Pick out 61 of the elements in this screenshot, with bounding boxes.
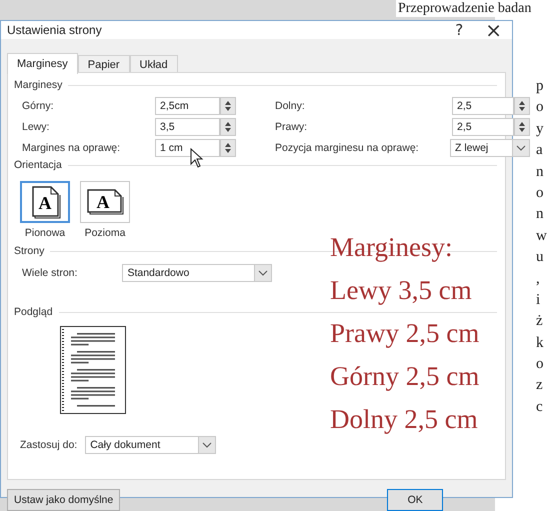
document-text: ż <box>536 312 544 332</box>
input-field[interactable]: 2,5 <box>452 118 514 136</box>
field-label: Lewy: <box>22 121 50 133</box>
orientation-option[interactable]: A <box>80 181 130 223</box>
tab[interactable]: Marginesy <box>7 53 78 74</box>
document-text: w <box>536 226 547 246</box>
tab[interactable]: Układ <box>130 55 178 73</box>
input-field[interactable]: 2,5cm <box>155 97 220 115</box>
input-field[interactable]: 3,5 <box>155 118 220 136</box>
document-text: n <box>536 162 544 182</box>
option-label: Pionowa <box>24 227 66 239</box>
document-text: o <box>536 184 544 203</box>
document-text: c <box>536 398 544 417</box>
field-label: Zastosuj do: <box>20 439 78 451</box>
spin-buttons[interactable] <box>514 118 530 136</box>
document-text: o <box>536 355 544 374</box>
section-heading: Marginesy <box>14 79 62 91</box>
ok-button[interactable]: OK <box>387 489 444 511</box>
caption-text: Dolny 2,5 cm <box>330 403 479 436</box>
caption-text: Prawy 2,5 cm <box>330 317 480 350</box>
help-button[interactable]: ? <box>451 21 468 39</box>
field-label: Pozycja marginesu na oprawę: <box>275 142 420 154</box>
window-title: Ustawienia strony <box>7 23 102 37</box>
spin-buttons[interactable] <box>220 118 236 136</box>
field-label: Dolny: <box>275 100 306 112</box>
field-label: Margines na oprawę: <box>22 142 122 154</box>
close-button[interactable]: × <box>481 21 506 39</box>
tab[interactable]: Papier <box>78 55 130 73</box>
document-text: z <box>536 376 544 396</box>
input-field[interactable]: 1 cm <box>155 139 220 157</box>
dropdown[interactable]: Cały dokument <box>85 436 216 454</box>
spin-buttons[interactable] <box>220 97 236 115</box>
mouse-pointer-icon <box>190 148 204 168</box>
input-field[interactable]: 2,5 <box>452 97 514 115</box>
document-text: n <box>536 205 544 224</box>
spin-buttons[interactable] <box>514 97 530 115</box>
document-text: y <box>536 120 544 139</box>
document-text: o <box>536 98 544 118</box>
dropdown[interactable]: Standardowo <box>122 264 272 282</box>
field-label: Górny: <box>22 100 55 112</box>
orientation-option[interactable]: A <box>20 181 70 223</box>
landscape-page-icon: A <box>86 188 124 216</box>
field-label: Wiele stron: <box>22 267 78 279</box>
document-text: , <box>536 270 541 289</box>
section-heading: Podgląd <box>14 306 53 318</box>
section-heading: Orientacja <box>14 159 62 171</box>
set-default-button[interactable]: Ustaw jako domyślne <box>7 489 120 511</box>
section-heading: Strony <box>14 245 44 257</box>
spin-buttons[interactable] <box>220 139 236 157</box>
document-text: p <box>536 77 544 96</box>
document-text: k <box>536 334 544 353</box>
document-heading: Przeprowadzenie badan <box>396 0 534 17</box>
dropdown[interactable]: Z lewej <box>450 139 530 157</box>
document-text: i <box>536 290 542 310</box>
caption-text: Marginesy: <box>330 231 454 264</box>
caption-text: Lewy 3,5 cm <box>330 274 473 307</box>
field-label: Prawy: <box>275 121 308 133</box>
document-text: a <box>536 141 544 160</box>
caption-text: Górny 2,5 cm <box>330 360 480 393</box>
option-label: Pozioma <box>84 227 126 239</box>
document-text: u <box>536 248 544 268</box>
